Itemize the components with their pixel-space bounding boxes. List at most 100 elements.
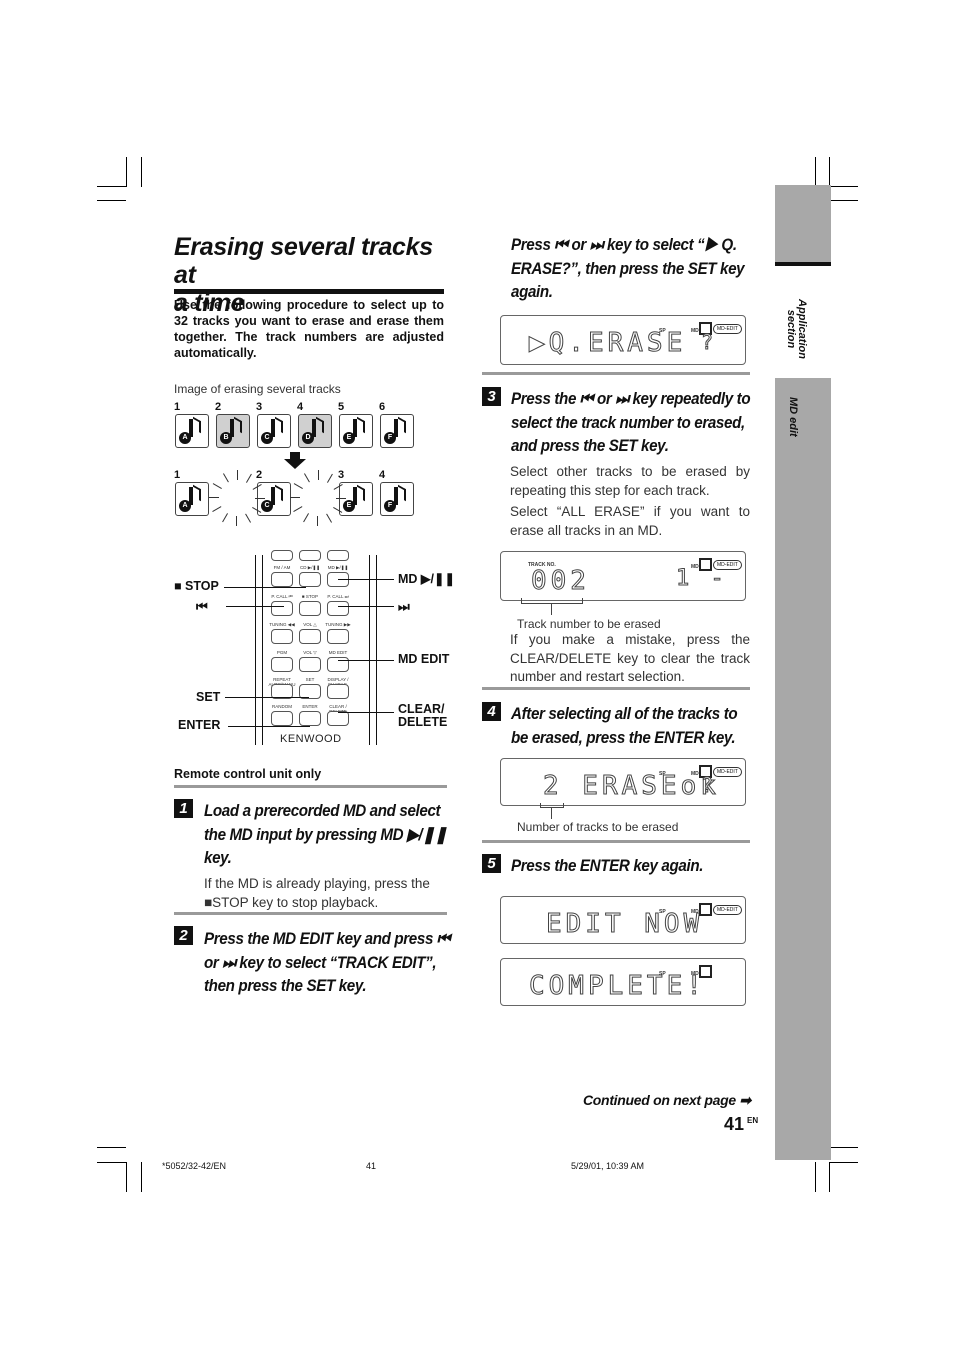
remote-button[interactable]	[271, 629, 293, 644]
illustration-caption: Image of erasing several tracks	[174, 382, 341, 396]
md-edit-indicator: MD-EDIT	[713, 905, 742, 915]
note-flag	[398, 484, 406, 502]
burst-line	[303, 513, 309, 523]
remote-caption: Remote control unit only	[174, 767, 322, 781]
display-erase-ok: 2 ERASEok SP MD MD-EDIT?	[500, 758, 746, 806]
track-box: D	[298, 414, 332, 448]
callout-enter: ENTER	[178, 718, 221, 732]
burst-line	[246, 473, 252, 483]
callout-set: SET	[196, 690, 221, 704]
track-letter: F	[384, 432, 396, 444]
disc-icon	[699, 558, 712, 571]
remote-button-label: TUNING ◀◀	[269, 622, 295, 627]
remote-button-label: P. CALL ⏮	[271, 594, 293, 599]
remote-button[interactable]	[299, 629, 321, 644]
track-number-caption: Track number to be erased	[517, 617, 661, 631]
track-letter: C	[261, 432, 273, 444]
remote-brand: KENWOOD	[280, 733, 342, 745]
step-number-1: 1	[174, 799, 193, 818]
track-number: 3	[338, 469, 345, 481]
side-tab-section-text: Application section	[785, 299, 808, 359]
remote-button[interactable]	[299, 657, 321, 672]
track-box: E	[339, 482, 373, 516]
remote-button[interactable]	[299, 572, 321, 587]
step-number-4: 4	[482, 702, 501, 721]
remote-button[interactable]	[327, 601, 349, 616]
step-1-body: If the MD is already playing, press the …	[204, 876, 430, 910]
callout-prev: ⏮	[196, 599, 208, 614]
step-5-heading: Press the ENTER key again.	[511, 857, 704, 875]
leader-clear	[338, 712, 394, 713]
track-number: 2	[215, 401, 222, 413]
remote-button[interactable]	[271, 550, 293, 561]
md-indicator: MD	[691, 771, 699, 777]
note-flag	[193, 484, 201, 502]
remote-button[interactable]	[299, 711, 321, 726]
burst-line	[304, 473, 310, 483]
remote-button-label: CD ▶/❚❚	[299, 565, 320, 570]
step-3-note: If you make a mistake, press the CLEAR/D…	[510, 632, 750, 684]
remote-button[interactable]	[299, 601, 321, 616]
callout-clear-line2: DELETE	[398, 715, 448, 729]
callout-stop: ■ STOP	[174, 579, 219, 593]
track-number: 5	[338, 401, 345, 413]
page-number-value: 41	[724, 1114, 745, 1134]
step-2-heading: Press the MD EDIT key and press ⏮ or ⏭ k…	[204, 930, 451, 995]
remote-button[interactable]	[271, 601, 293, 616]
remote-button[interactable]	[271, 572, 293, 587]
display-track-no: TRACK NO. 002 1 - MD MD-EDIT	[500, 551, 746, 601]
divider	[482, 372, 750, 375]
note-flag	[234, 416, 242, 434]
footer-code: *5052/32-42/EN	[162, 1161, 227, 1171]
md-indicator: MD	[691, 328, 699, 334]
remote-button-label: TUNING ▶▶	[325, 622, 351, 627]
remote-button-label: VOL △	[303, 622, 317, 627]
remote-button[interactable]	[299, 550, 321, 561]
divider	[482, 687, 750, 690]
step-3-body-1: Select other tracks to be erased by repe…	[510, 464, 750, 498]
page-number: 41 EN	[724, 1114, 758, 1135]
track-letter: A	[179, 500, 191, 512]
side-tab-section-label: Application section	[777, 289, 827, 369]
step-4-heading: After selecting all of the tracks to be …	[511, 705, 738, 747]
side-tab: Application section MD edit	[775, 185, 831, 1160]
side-tab-sub-text: MD edit	[787, 397, 799, 437]
track-letter: F	[384, 500, 396, 512]
step-1-heading: Load a prerecorded MD and select the MD …	[204, 802, 447, 867]
step-number-3: 3	[482, 387, 501, 406]
step-number-5: 5	[482, 854, 501, 873]
question-indicator: ?	[700, 773, 718, 798]
note-flag	[357, 416, 365, 434]
remote-button[interactable]	[327, 684, 349, 699]
track-number: 1	[174, 469, 181, 481]
sp-indicator: SP	[659, 909, 666, 915]
track-number: 4	[297, 401, 304, 413]
track-number: 6	[379, 401, 386, 413]
track-letter: C	[261, 500, 273, 512]
burst-line	[236, 516, 237, 526]
md-indicator: MD	[691, 971, 699, 977]
track-box: F	[380, 482, 414, 516]
remote-button-label: MD ▶/❚❚	[327, 565, 349, 570]
burst-line	[327, 473, 333, 483]
down-arrow-icon	[284, 452, 306, 469]
remote-button[interactable]	[327, 711, 349, 726]
md-indicator: MD	[691, 909, 699, 915]
remote-button[interactable]	[271, 657, 293, 672]
callout-clear: CLEAR/ DELETE	[398, 703, 447, 729]
sp-indicator: SP	[659, 328, 666, 334]
remote-button[interactable]	[327, 550, 349, 561]
remote-button-label: MD EDIT	[328, 650, 348, 655]
track-letter: D	[302, 432, 314, 444]
remote-button[interactable]	[271, 711, 293, 726]
burst-line	[290, 497, 300, 498]
callout-md-play: MD ▶/❚❚	[398, 572, 455, 586]
burst-line	[237, 470, 238, 480]
note-flag	[193, 416, 201, 434]
track-number: 2	[256, 469, 263, 481]
remote-button[interactable]	[327, 629, 349, 644]
remote-button-label: PGM	[276, 650, 288, 655]
track-box: C	[257, 482, 291, 516]
remote-button-label: ENTER	[302, 704, 318, 709]
leader-next	[338, 606, 394, 607]
